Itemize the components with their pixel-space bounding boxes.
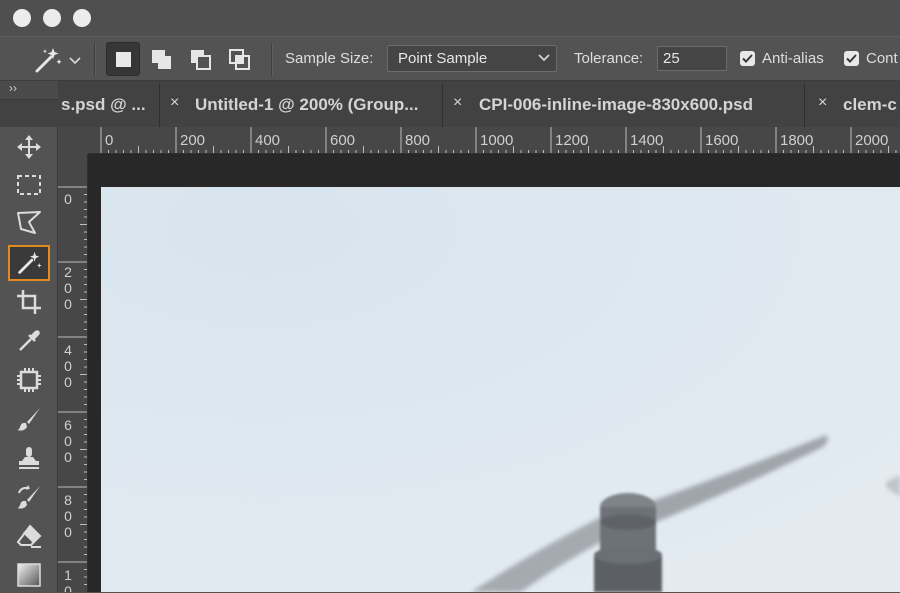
add-to-selection-button[interactable]: [145, 42, 179, 76]
horizontal-ruler: 0 200 400 600 800 1000 1200 1400 1600 18…: [88, 127, 900, 154]
crop-icon: [17, 290, 41, 314]
checkmark-icon: [742, 54, 753, 63]
intersect-with-selection-button[interactable]: [223, 42, 257, 76]
close-window-button[interactable]: [13, 9, 31, 27]
checkmark-icon: [846, 54, 857, 63]
marquee-icon: [17, 175, 41, 195]
ruler-label: 1200: [555, 132, 589, 149]
clone-stamp-icon: [19, 447, 39, 469]
crop-tool[interactable]: [8, 284, 50, 320]
new-selection-icon: [116, 52, 131, 67]
contiguous-label: Cont: [866, 50, 898, 67]
ruler-label: 600: [330, 132, 356, 149]
polygonal-lasso-icon: [17, 211, 41, 234]
ruler-label: 1800: [780, 132, 814, 149]
double-chevron-icon: ››: [9, 81, 17, 95]
move-tool[interactable]: [8, 129, 50, 165]
chevron-down-icon: [69, 53, 81, 71]
chevron-down-icon: [538, 54, 550, 62]
patch-icon: [17, 368, 41, 392]
anti-alias-label: Anti-alias: [762, 50, 824, 67]
tolerance-input[interactable]: 25: [657, 46, 727, 71]
gradient-icon: [17, 563, 41, 587]
tolerance-value: 25: [663, 50, 680, 67]
ruler-label: 400: [64, 342, 72, 390]
gradient-tool[interactable]: [8, 557, 50, 593]
document-tab[interactable]: × clem-c: [805, 84, 900, 127]
stamp-tool[interactable]: [8, 440, 50, 476]
subtract-selection-icon: [191, 50, 211, 70]
document-tab[interactable]: × Untitled-1 @ 200% (Group...: [160, 84, 443, 127]
options-bar: Sample Size: Point Sample Tolerance: 25 …: [0, 36, 900, 81]
new-selection-button[interactable]: [106, 42, 140, 76]
close-tab-icon[interactable]: ×: [453, 94, 462, 112]
ruler-corner: [58, 127, 88, 154]
brush-tool[interactable]: [8, 401, 50, 437]
tolerance-label: Tolerance:: [574, 50, 644, 67]
tool-preset-picker[interactable]: [33, 45, 93, 75]
move-icon: [17, 135, 41, 159]
ruler-label: 200: [64, 264, 72, 312]
close-tab-icon[interactable]: ×: [170, 94, 179, 112]
ruler-label: 1400: [630, 132, 664, 149]
brush-icon: [17, 408, 40, 431]
drone-propeller-photo: [101, 187, 900, 592]
document-canvas[interactable]: [101, 187, 900, 592]
ruler-label: 1600: [705, 132, 739, 149]
sample-size-value: Point Sample: [398, 50, 488, 67]
close-tab-icon[interactable]: ×: [818, 94, 827, 112]
sample-size-dropdown[interactable]: Point Sample: [387, 45, 557, 72]
minimize-window-button[interactable]: [43, 9, 61, 27]
ruler-label: 0: [105, 132, 114, 149]
ruler-label: 800: [405, 132, 431, 149]
ruler-label: 0: [64, 191, 72, 207]
eraser-icon: [16, 524, 42, 548]
ruler-label: 200: [180, 132, 206, 149]
tab-title: clem-c: [843, 95, 897, 114]
tab-title: CPI-006-inline-image-830x600.psd: [479, 95, 754, 114]
eyedropper-tool[interactable]: [8, 323, 50, 359]
ruler-label: 600: [64, 417, 72, 465]
vertical-ruler: 0 200 400 600 800 10: [58, 154, 88, 592]
ruler-label: 400: [255, 132, 281, 149]
panel-expand-button[interactable]: ››: [0, 81, 58, 100]
eraser-tool[interactable]: [8, 518, 50, 554]
history-brush-icon: [17, 485, 40, 509]
lasso-tool[interactable]: [8, 205, 50, 241]
tab-title: Untitled-1 @ 200% (Group...: [195, 95, 419, 114]
ruler-label: 800: [64, 492, 72, 540]
intersect-selection-icon: [229, 49, 250, 70]
sample-size-label: Sample Size:: [285, 50, 374, 67]
document-tab[interactable]: × CPI-006-inline-image-830x600.psd: [443, 84, 805, 127]
eyedropper-icon: [19, 330, 40, 351]
zoom-window-button[interactable]: [73, 9, 91, 27]
anti-alias-checkbox[interactable]: [740, 51, 755, 66]
magic-wand-tool[interactable]: [8, 245, 50, 281]
add-selection-icon: [152, 50, 171, 69]
window-title-bar: [0, 0, 900, 36]
ruler-label: 1000: [480, 132, 514, 149]
history-brush-tool[interactable]: [8, 479, 50, 515]
tools-panel: [0, 127, 58, 592]
tab-title: s.psd @ ...: [61, 95, 146, 114]
ruler-label: 10: [64, 567, 72, 592]
ruler-label: 2000: [855, 132, 889, 149]
contiguous-checkbox[interactable]: [844, 51, 859, 66]
magic-wand-icon: [33, 45, 63, 80]
marquee-tool[interactable]: [8, 167, 50, 203]
document-tab[interactable]: s.psd @ ...: [58, 84, 160, 127]
subtract-from-selection-button[interactable]: [184, 42, 218, 76]
patch-tool[interactable]: [8, 362, 50, 398]
magic-wand-icon: [18, 251, 42, 274]
